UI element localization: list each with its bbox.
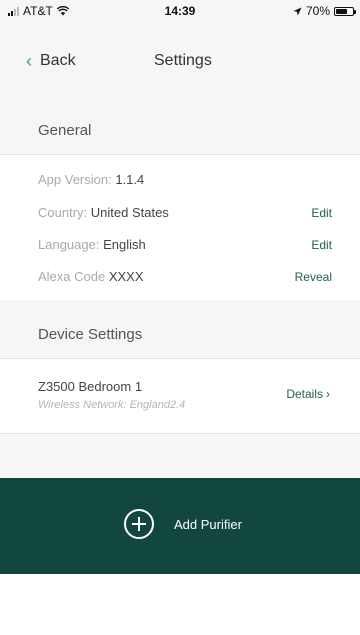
- settings-screen: AT&T 14:39 70% ‹ Back Settings General A…: [0, 0, 360, 635]
- language-label: Language:: [38, 237, 100, 252]
- battery-percent: 70%: [305, 4, 330, 18]
- device-name: Z3500 Bedroom 1: [38, 379, 143, 394]
- alexa-code-row: Alexa Code XXXX Reveal: [38, 269, 332, 287]
- app-version-value: 1.1.4: [115, 172, 145, 187]
- app-version-label: App Version:: [38, 172, 112, 187]
- page-title: Settings: [154, 52, 212, 69]
- edit-country-button[interactable]: Edit: [311, 206, 332, 220]
- reveal-alexa-code-button[interactable]: Reveal: [295, 270, 332, 284]
- chevron-right-icon: ›: [326, 387, 330, 401]
- bottom-area: [0, 574, 360, 635]
- app-version-row: App Version: 1.1.4: [38, 172, 332, 190]
- divider: [0, 154, 360, 155]
- plus-circle-icon: [124, 509, 154, 539]
- country-label: Country:: [38, 205, 88, 220]
- back-button[interactable]: ‹ Back: [26, 52, 76, 70]
- country-row: Country: United States Edit: [38, 205, 332, 223]
- edit-language-button[interactable]: Edit: [311, 238, 332, 252]
- section-header-device-settings: Device Settings: [0, 300, 360, 358]
- device-network: Wireless Network: England2.4: [38, 399, 186, 411]
- divider: [0, 358, 360, 359]
- spacer-band: [0, 434, 360, 478]
- chevron-left-icon: ‹: [26, 51, 32, 71]
- language-value: English: [103, 237, 146, 252]
- location-arrow-icon: [293, 7, 302, 15]
- nav-bar: ‹ Back Settings: [0, 22, 360, 100]
- status-right: 70%: [293, 4, 356, 18]
- section-header-general: General: [0, 100, 360, 154]
- add-purifier-label: Add Purifier: [174, 517, 242, 532]
- add-purifier-button[interactable]: Add Purifier: [0, 478, 360, 574]
- battery-fill: [336, 8, 348, 14]
- back-label: Back: [40, 52, 76, 69]
- alexa-code-value: XXXX: [108, 269, 144, 284]
- device-details-button[interactable]: Details ›: [286, 387, 330, 401]
- alexa-code-label: Alexa Code: [38, 269, 106, 284]
- country-value: United States: [90, 205, 169, 220]
- battery-icon: [334, 6, 356, 16]
- status-bar: AT&T 14:39 70%: [0, 0, 360, 22]
- language-row: Language: English Edit: [38, 237, 332, 255]
- details-label: Details: [286, 387, 323, 401]
